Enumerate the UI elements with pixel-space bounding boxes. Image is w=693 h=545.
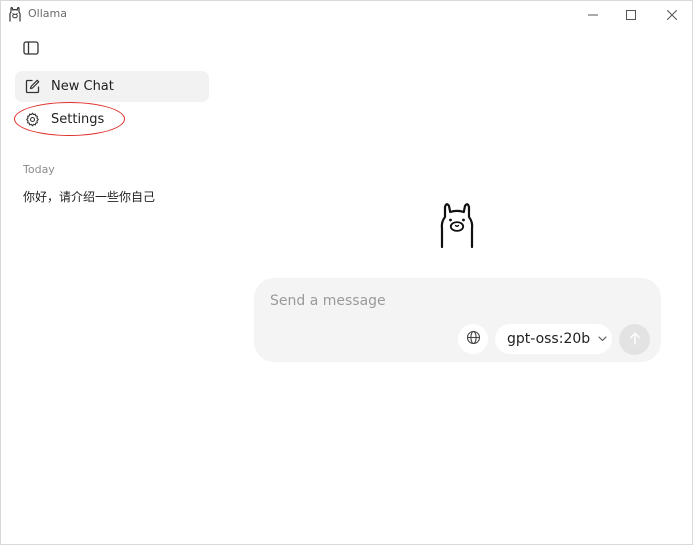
maximize-button[interactable] <box>611 1 651 27</box>
close-button[interactable] <box>652 1 692 27</box>
globe-icon <box>466 330 481 349</box>
history-section-label: Today <box>23 163 55 176</box>
new-chat-button[interactable]: New Chat <box>15 71 209 102</box>
sidebar-toggle-icon <box>23 40 39 59</box>
edit-icon <box>24 79 40 95</box>
minimize-icon <box>588 5 598 24</box>
close-icon <box>666 5 678 24</box>
message-composer: gpt-oss:20b <box>254 278 661 362</box>
send-button[interactable] <box>619 324 650 355</box>
app-window: Ollama New Chat Settings Today 你好，请介绍一些你… <box>0 0 693 545</box>
chat-history-item[interactable]: 你好，请介绍一些你自己 <box>23 189 155 205</box>
model-selector[interactable]: gpt-oss:20b <box>495 324 612 354</box>
new-chat-label: New Chat <box>51 78 114 94</box>
window-title: Ollama <box>28 7 67 20</box>
sidebar-toggle-button[interactable] <box>20 39 42 59</box>
arrow-up-icon <box>629 330 641 349</box>
settings-button[interactable]: Settings <box>15 104 209 135</box>
model-name: gpt-oss:20b <box>507 331 591 347</box>
message-input[interactable] <box>270 290 640 312</box>
maximize-icon <box>626 5 636 24</box>
web-search-button[interactable] <box>458 324 488 354</box>
llama-logo-icon <box>437 199 477 249</box>
chevron-down-icon <box>597 334 607 344</box>
llama-icon <box>8 6 22 22</box>
gear-icon <box>24 112 40 128</box>
title-bar[interactable]: Ollama <box>1 1 692 27</box>
minimize-button[interactable] <box>573 1 613 27</box>
settings-label: Settings <box>51 111 105 127</box>
